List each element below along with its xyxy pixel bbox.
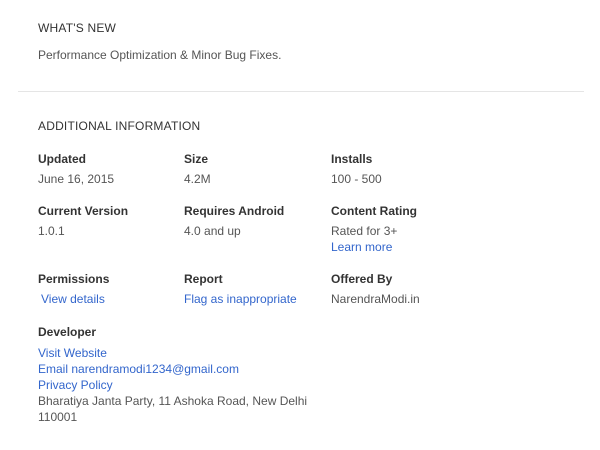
current-version-info: Current Version 1.0.1 (38, 204, 188, 239)
requires-android-value: 4.0 and up (184, 224, 241, 238)
current-version-value: 1.0.1 (38, 224, 65, 238)
installs-value: 100 - 500 (331, 172, 382, 186)
content-rating-label: Content Rating (331, 204, 417, 218)
privacy-policy-link[interactable]: Privacy Policy (38, 377, 318, 393)
learn-more-link[interactable]: Learn more (331, 239, 481, 255)
developer-address: Bharatiya Janta Party, 11 Ashoka Road, N… (38, 394, 308, 424)
updated-value: June 16, 2015 (38, 172, 115, 186)
content-rating-value: Rated for 3+ (331, 224, 398, 238)
additional-information-heading: ADDITIONAL INFORMATION (38, 119, 201, 133)
requires-android-label: Requires Android (184, 204, 285, 218)
flag-as-inappropriate-link[interactable]: Flag as inappropriate (184, 291, 334, 307)
updated-label: Updated (38, 152, 86, 166)
offered-by-value: NarendraModi.in (331, 292, 420, 306)
visit-website-link[interactable]: Visit Website (38, 345, 318, 361)
developer-links: Visit Website Email narendramodi1234@gma… (38, 345, 318, 425)
requires-android-info: Requires Android 4.0 and up (184, 204, 334, 239)
whats-new-heading: WHAT'S NEW (38, 21, 117, 35)
content-rating-info: Content Rating Rated for 3+ Learn more (331, 204, 481, 255)
offered-by-info: Offered By NarendraModi.in (331, 272, 481, 307)
view-details-link[interactable]: View details (38, 291, 188, 307)
size-label: Size (184, 152, 209, 166)
size-info: Size 4.2M (184, 152, 334, 187)
report-label: Report (184, 272, 223, 286)
developer-label: Developer (38, 325, 97, 339)
report-info: Report Flag as inappropriate (184, 272, 334, 307)
permissions-info: Permissions View details (38, 272, 188, 307)
section-divider (18, 91, 584, 92)
updated-info: Updated June 16, 2015 (38, 152, 188, 187)
installs-label: Installs (331, 152, 373, 166)
offered-by-label: Offered By (331, 272, 393, 286)
permissions-label: Permissions (38, 272, 110, 286)
developer-info: Developer Visit Website Email narendramo… (38, 325, 318, 425)
app-details-page: WHAT'S NEW Performance Optimization & Mi… (0, 0, 600, 450)
whats-new-text: Performance Optimization & Minor Bug Fix… (38, 48, 282, 62)
size-value: 4.2M (184, 172, 211, 186)
installs-info: Installs 100 - 500 (331, 152, 481, 187)
developer-email-link[interactable]: Email narendramodi1234@gmail.com (38, 361, 318, 377)
current-version-label: Current Version (38, 204, 129, 218)
